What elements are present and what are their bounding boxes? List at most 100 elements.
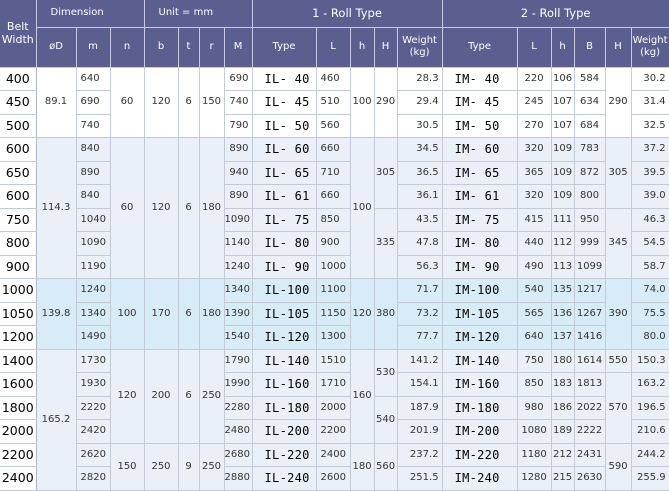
t-cell: 9 (178, 443, 200, 491)
b-cell: 120 (144, 137, 179, 279)
weight2-cell: 30.2 (631, 67, 669, 91)
type2-cell: IM- 40 (442, 67, 518, 91)
type2-cell: IM-160 (442, 372, 518, 397)
B2-cell: 1813 (574, 372, 606, 397)
weight2-cell: 39.0 (631, 184, 669, 209)
n-cell: 100 (110, 278, 145, 350)
L1-cell: 2400 (316, 443, 351, 467)
m-cell: 2620 (76, 443, 111, 467)
weight2-cell: 196.5 (631, 396, 669, 420)
belt-width-cell: 1000 (0, 278, 37, 303)
h2-cell: 112 (551, 231, 575, 256)
weight2-cell: 255.9 (631, 466, 669, 491)
weight2-cell: 80.0 (631, 325, 669, 350)
h1-cell: 100 (350, 67, 375, 138)
h2-cell: 183 (551, 372, 575, 397)
belt-width-cell: 400 (0, 67, 37, 91)
type1-cell: IL- 61 (252, 184, 317, 209)
unit-label: Unit = mm (144, 0, 253, 28)
belt-width-cell: 600 (0, 184, 37, 209)
L2-cell: 750 (517, 349, 552, 373)
L2-cell: 540 (517, 278, 552, 303)
H2-cell: 390 (605, 278, 632, 350)
M-cell: 2480 (224, 419, 253, 444)
L2-cell: 270 (517, 114, 552, 138)
col-H1: H (374, 27, 398, 68)
h2-cell: 212 (551, 443, 575, 467)
weight1-cell: 34.5 (397, 137, 443, 162)
type1-cell: IL-105 (252, 302, 317, 326)
table-row: 1400 165.2 1730 120 200 6 250 1790 IL-14… (0, 349, 669, 491)
h2-cell: 109 (551, 161, 575, 185)
B2-cell: 1416 (574, 325, 606, 350)
m-cell: 2420 (76, 419, 111, 444)
type1-cell: IL-180 (252, 396, 317, 420)
weight1-cell: 30.5 (397, 114, 443, 138)
belt-width-cell: 600 (0, 137, 37, 162)
weight1-cell: 77.7 (397, 325, 443, 350)
B2-cell: 2022 (574, 396, 606, 420)
weight1-cell: 43.5 (397, 208, 443, 232)
L1-cell: 1000 (316, 255, 351, 279)
B2-cell: 2222 (574, 419, 606, 444)
type2-cell: IM-120 (442, 325, 518, 350)
type1-cell: IL- 50 (252, 114, 317, 138)
type1-cell: IL- 90 (252, 255, 317, 279)
weight1-cell: 71.7 (397, 278, 443, 303)
m-cell: 890 (76, 161, 111, 185)
r-cell: 150 (199, 67, 225, 138)
m-cell: 1240 (76, 278, 111, 303)
H2-cell: 290 (605, 67, 632, 138)
L1-cell: 1100 (316, 278, 351, 303)
table-row: 2400 2820 2880 IL-240 2600 251.5 IM-240 … (0, 466, 669, 491)
B2-cell: 584 (574, 67, 606, 91)
weight2-cell: 31.4 (631, 90, 669, 115)
B2-cell: 872 (574, 161, 606, 185)
H1-cell: 530 (374, 349, 398, 397)
col-type2: Type (442, 27, 518, 68)
type2-cell: IM-180 (442, 396, 518, 420)
weight2-cell: 244.2 (631, 443, 669, 467)
L2-cell: 640 (517, 325, 552, 350)
n-cell: 60 (110, 67, 145, 138)
roll2-header: 2 - Roll Type (442, 0, 669, 28)
weight1-cell: 29.4 (397, 90, 443, 115)
L2-cell: 320 (517, 137, 552, 162)
L1-cell: 900 (316, 231, 351, 256)
type2-cell: IM-140 (442, 349, 518, 373)
L2-cell: 415 (517, 208, 552, 232)
h2-cell: 109 (551, 137, 575, 162)
B2-cell: 634 (574, 90, 606, 115)
L2-cell: 980 (517, 396, 552, 420)
t-cell: 6 (178, 349, 200, 444)
belt-width-cell: 750 (0, 208, 37, 232)
h1-cell: 100 (350, 137, 375, 279)
belt-width-cell: 1200 (0, 325, 37, 350)
m-cell: 840 (76, 184, 111, 209)
table-row: 600 114.3 840 60 120 6 180 890 IL- 60 66… (0, 137, 669, 279)
L1-cell: 660 (316, 184, 351, 209)
b-cell: 250 (144, 443, 179, 491)
type2-cell: IM- 65 (442, 161, 518, 185)
H1-cell: 290 (374, 67, 398, 138)
weight2-cell: 46.3 (631, 208, 669, 232)
type1-cell: IL- 75 (252, 208, 317, 232)
weight2-cell: 150.3 (631, 349, 669, 373)
M-cell: 1390 (224, 302, 253, 326)
type2-cell: IM- 61 (442, 184, 518, 209)
weight1-cell: 237.2 (397, 443, 443, 467)
type2-cell: IM-105 (442, 302, 518, 326)
type2-cell: IM-240 (442, 466, 518, 491)
col-B2: B (574, 27, 606, 68)
H2-cell: 345 (605, 208, 632, 279)
type2-cell: IM- 80 (442, 231, 518, 256)
col-t: t (178, 27, 200, 68)
weight1-cell: 154.1 (397, 372, 443, 397)
table-row: 1800 2220 2280 IL-180 2000 540 187.9 IM-… (0, 396, 669, 444)
col-phiD: øD (36, 27, 77, 68)
type2-cell: IM- 60 (442, 137, 518, 162)
belt-width-header: Belt Width (0, 0, 37, 68)
m-cell: 740 (76, 114, 111, 138)
t-cell: 6 (178, 137, 200, 279)
h1-cell: 120 (350, 278, 375, 350)
